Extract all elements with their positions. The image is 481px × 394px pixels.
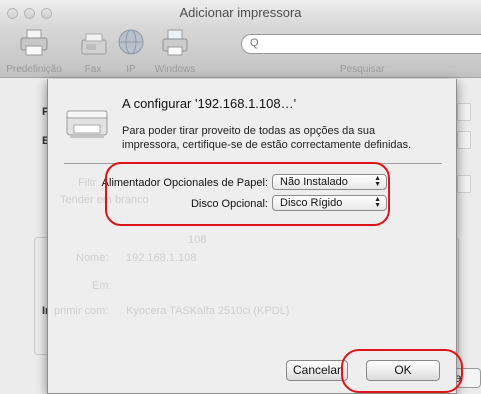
background-address-fragment: 108 <box>188 234 207 246</box>
search-label: Pesquisar <box>340 64 385 75</box>
windows-printer-icon <box>162 29 188 56</box>
popup-value: Disco Rígido <box>280 197 343 209</box>
toolbar-item-windows[interactable]: Windows <box>150 28 200 75</box>
divider <box>64 163 442 164</box>
toolbar: Predefinição Fax IP Windows Q Pesquisar <box>0 26 481 78</box>
optional-disk-popup[interactable]: Disco Rígido ▲ ▼ <box>272 195 387 211</box>
option-label: Alimentador Opcionales de Papel: <box>101 177 268 189</box>
title-bar: Adicionar impressora <box>0 0 481 26</box>
background-name-fragment: 192.168.1.108 <box>126 252 197 264</box>
add-button-fragment[interactable]: a <box>455 368 481 388</box>
paper-feeder-popup[interactable]: Não Instalado ▲ ▼ <box>272 174 387 190</box>
background-field-fragment <box>457 103 471 121</box>
toolbar-item-default[interactable]: Predefinição <box>2 28 66 75</box>
option-label: Disco Opcional: <box>190 198 268 210</box>
background-driver-fragment: Kyocera TASKalfa 2510ci (KPDL) <box>126 305 290 317</box>
fax-icon <box>81 33 107 55</box>
popup-value: Não Instalado <box>280 176 348 188</box>
background-label-fragment: Filtr <box>78 177 97 189</box>
background-label-fragment: primir com: <box>54 305 109 317</box>
option-row-paper-feeder: Alimentador Opcionales de Papel: <box>101 175 268 192</box>
minimize-window-button[interactable] <box>24 8 35 19</box>
background-field-fragment <box>457 131 471 149</box>
printer-icon <box>20 29 48 56</box>
background-label-fragment: Nome: <box>76 252 109 264</box>
updown-arrows-icon: ▲ ▼ <box>374 175 381 188</box>
sheet-description: Para poder tirar proveito de todas as op… <box>122 125 412 151</box>
search-icon: Q <box>250 37 259 49</box>
globe-icon <box>118 29 144 55</box>
cancel-button[interactable]: Cancelar <box>286 360 348 381</box>
toolbar-item-label: Predefinição <box>6 64 62 75</box>
close-window-button[interactable] <box>7 8 18 19</box>
toolbar-item-fax[interactable]: Fax <box>78 28 108 75</box>
printer-icon <box>66 110 108 138</box>
toolbar-item-label: Fax <box>84 64 102 75</box>
window-title: Adicionar impressora <box>179 5 302 20</box>
search-input[interactable]: Q <box>241 34 481 54</box>
updown-arrows-icon: ▲ ▼ <box>374 196 381 209</box>
configure-printer-sheet: A configurar '192.168.1.108…' Para poder… <box>47 79 457 394</box>
background-field-fragment <box>457 175 471 193</box>
toolbar-item-label: Windows <box>154 64 196 75</box>
ok-button[interactable]: OK <box>366 360 440 381</box>
toolbar-item-label: IP <box>126 64 136 75</box>
background-label-fragment: Em: <box>92 280 112 292</box>
toolbar-item-ip[interactable]: IP <box>114 28 148 75</box>
sheet-title: A configurar '192.168.1.108…' <box>122 96 297 111</box>
zoom-window-button[interactable] <box>41 8 52 19</box>
option-row-optional-disk: Disco Opcional: <box>104 196 268 213</box>
